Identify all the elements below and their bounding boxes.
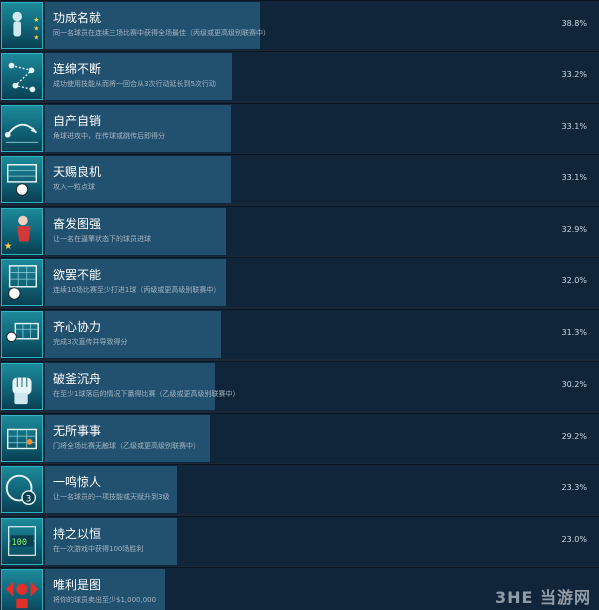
- achievement-title: 持之以恒: [53, 527, 102, 541]
- achievement-title: 功成名就: [53, 11, 102, 25]
- achievement-description: 门将全场比赛无触球（乙级或更高级别联赛中）: [53, 442, 200, 450]
- achievement-list: ★ ★ ★ 功成名就 同一名球员在连续三场比赛中获得全场最佳（丙级或更高级别联赛中）…: [0, 0, 599, 610]
- achievement-title: 破釜沉舟: [53, 372, 102, 386]
- achievement-description: 将你的球员卖出至少$1,000,000: [53, 596, 157, 604]
- unlock-percent: 32.0%: [561, 276, 587, 285]
- tactics-chain-icon: [1, 53, 43, 100]
- ball-net-icon: [1, 259, 43, 306]
- achievement-title: 一鸣惊人: [53, 475, 102, 489]
- achievement-description: 让一名在逼擎状态下的球员进球: [53, 235, 151, 243]
- achievement-description: 让一名球员的一项技能或天赋升到3级: [53, 493, 170, 501]
- achievement-row[interactable]: 齐心协力 完成3次直传并导致得分 31.3%: [0, 309, 599, 359]
- achievement-description: 完成3次直传并导致得分: [53, 338, 128, 346]
- svg-text:★: ★: [33, 33, 39, 41]
- goal-assist-icon: [1, 311, 43, 358]
- unlock-percent: 23.0%: [561, 535, 587, 544]
- achievement-title: 唯利是图: [53, 578, 102, 592]
- unlock-percent: 32.9%: [561, 225, 587, 234]
- achievement-title: 欲罢不能: [53, 268, 102, 282]
- empty-goal-icon: [1, 415, 43, 462]
- achievement-title: 齐心协力: [53, 320, 102, 334]
- achievement-description: 在至少1球落后的情况下赢得比赛（乙级或更高级别联赛中）: [53, 390, 240, 398]
- hundred-wins-icon: 100: [1, 518, 43, 565]
- achievement-description: 连续10场比赛至少打进1球（丙级或更高级别联赛中）: [53, 286, 221, 294]
- unlock-percent: 33.1%: [561, 173, 587, 182]
- achievement-row[interactable]: ★ 奋发图强 让一名在逼擎状态下的球员进球 32.9%: [0, 206, 599, 256]
- level-three-icon: 3: [1, 466, 43, 513]
- unlock-percent: 29.2%: [561, 432, 587, 441]
- achievement-description: 攻入一粒点球: [53, 183, 95, 191]
- achievement-description: 成功使用技能从而将一回合从3次行动延长到5次行动: [53, 80, 216, 88]
- achievement-description: 同一名球员在连续三场比赛中获得全场最佳（丙级或更高级别联赛中）: [53, 29, 270, 37]
- svg-text:3: 3: [26, 494, 31, 504]
- unlock-percent: 31.3%: [561, 328, 587, 337]
- money-transfer-icon: [1, 569, 43, 610]
- achievement-row[interactable]: 自产自销 角球进攻中，在传球或跳传后即得分 33.1%: [0, 103, 599, 153]
- achievement-description: 在一次游戏中获得100场胜利: [53, 545, 144, 553]
- svg-text:100: 100: [12, 538, 27, 548]
- achievement-row[interactable]: 破釜沉舟 在至少1球落后的情况下赢得比赛（乙级或更高级别联赛中） 30.2%: [0, 361, 599, 411]
- site-watermark: 3HE 当游网: [494, 588, 591, 607]
- achievement-description: 角球进攻中，在传球或跳传后即得分: [53, 132, 165, 140]
- unlock-percent: 30.2%: [561, 380, 587, 389]
- medal-player-icon: ★ ★ ★: [1, 2, 43, 49]
- unlock-percent: 23.3%: [561, 483, 587, 492]
- achievement-row[interactable]: 连绵不断 成功使用技能从而将一回合从3次行动延长到5次行动 33.2%: [0, 51, 599, 101]
- svg-text:★: ★: [4, 241, 13, 252]
- svg-text:★: ★: [33, 16, 39, 24]
- pass-arrow-icon: [1, 105, 43, 152]
- achievement-row[interactable]: 无所事事 门将全场比赛无触球（乙级或更高级别联赛中） 29.2%: [0, 413, 599, 463]
- svg-text:★: ★: [33, 25, 39, 33]
- achievement-title: 天赐良机: [53, 165, 102, 179]
- achievement-row[interactable]: 欲罢不能 连续10场比赛至少打进1球（丙级或更高级别联赛中） 32.0%: [0, 257, 599, 307]
- unlock-percent: 38.8%: [561, 19, 587, 28]
- achievement-title: 无所事事: [53, 424, 102, 438]
- achievement-title: 奋发图强: [53, 217, 102, 231]
- unlock-percent: 33.2%: [561, 70, 587, 79]
- fist-icon: [1, 363, 43, 410]
- penalty-goal-icon: [1, 156, 43, 203]
- achievement-title: 连绵不断: [53, 62, 102, 76]
- achievement-row[interactable]: ★ ★ ★ 功成名就 同一名球员在连续三场比赛中获得全场最佳（丙级或更高级别联赛中）…: [0, 0, 599, 50]
- achievement-row[interactable]: 3 一鸣惊人 让一名球员的一项技能或天赋升到3级 23.3%: [0, 464, 599, 514]
- unlock-percent: 33.1%: [561, 122, 587, 131]
- achievement-title: 自产自销: [53, 114, 102, 128]
- achievement-row[interactable]: 100 持之以恒 在一次游戏中获得100场胜利 23.0%: [0, 516, 599, 566]
- striker-star-icon: ★: [1, 208, 43, 255]
- achievement-row[interactable]: 天赐良机 攻入一粒点球 33.1%: [0, 154, 599, 204]
